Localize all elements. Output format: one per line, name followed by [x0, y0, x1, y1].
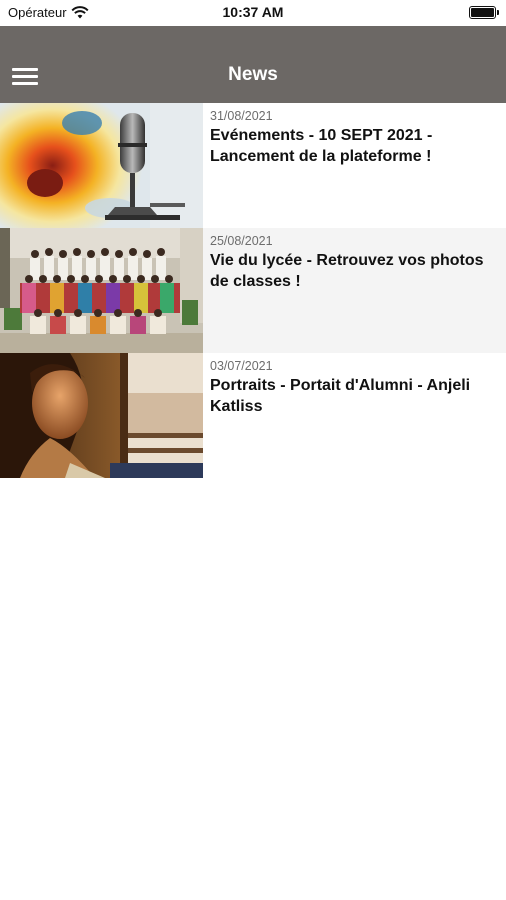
news-date: 31/08/2021: [210, 109, 273, 123]
class-photo-image: [0, 228, 203, 353]
news-date: 03/07/2021: [210, 359, 273, 373]
news-title: Evénements - 10 SEPT 2021 - Lancement de…: [210, 127, 433, 165]
news-thumbnail-portrait: [0, 353, 203, 478]
news-title: Vie du lycée - Retrouvez vos photos de c…: [210, 252, 484, 290]
news-thumbnail-microphone: [0, 103, 203, 228]
portrait-image: [0, 353, 203, 478]
battery-icon: [469, 6, 499, 19]
status-time: 10:37 AM: [222, 4, 284, 20]
page-title: News: [228, 64, 278, 85]
news-item[interactable]: 31/08/2021 Evénements - 10 SEPT 2021 - L…: [0, 103, 506, 228]
news-text: 03/07/2021 Portraits - Portait d'Alumni …: [210, 358, 498, 417]
news-date: 25/08/2021: [210, 234, 273, 248]
news-item[interactable]: 25/08/2021 Vie du lycée - Retrouvez vos …: [0, 228, 506, 353]
news-thumbnail-class-photo: [0, 228, 203, 353]
news-list: 31/08/2021 Evénements - 10 SEPT 2021 - L…: [0, 103, 506, 478]
news-item[interactable]: 03/07/2021 Portraits - Portait d'Alumni …: [0, 353, 506, 478]
news-text: 31/08/2021 Evénements - 10 SEPT 2021 - L…: [210, 108, 498, 167]
news-title: Portraits - Portait d'Alumni - Anjeli Ka…: [210, 377, 471, 415]
microphone-image: [0, 103, 203, 228]
news-text: 25/08/2021 Vie du lycée - Retrouvez vos …: [210, 233, 498, 292]
status-bar: Opérateur 10:37 AM: [0, 0, 506, 26]
navigation-bar: News: [0, 26, 506, 103]
